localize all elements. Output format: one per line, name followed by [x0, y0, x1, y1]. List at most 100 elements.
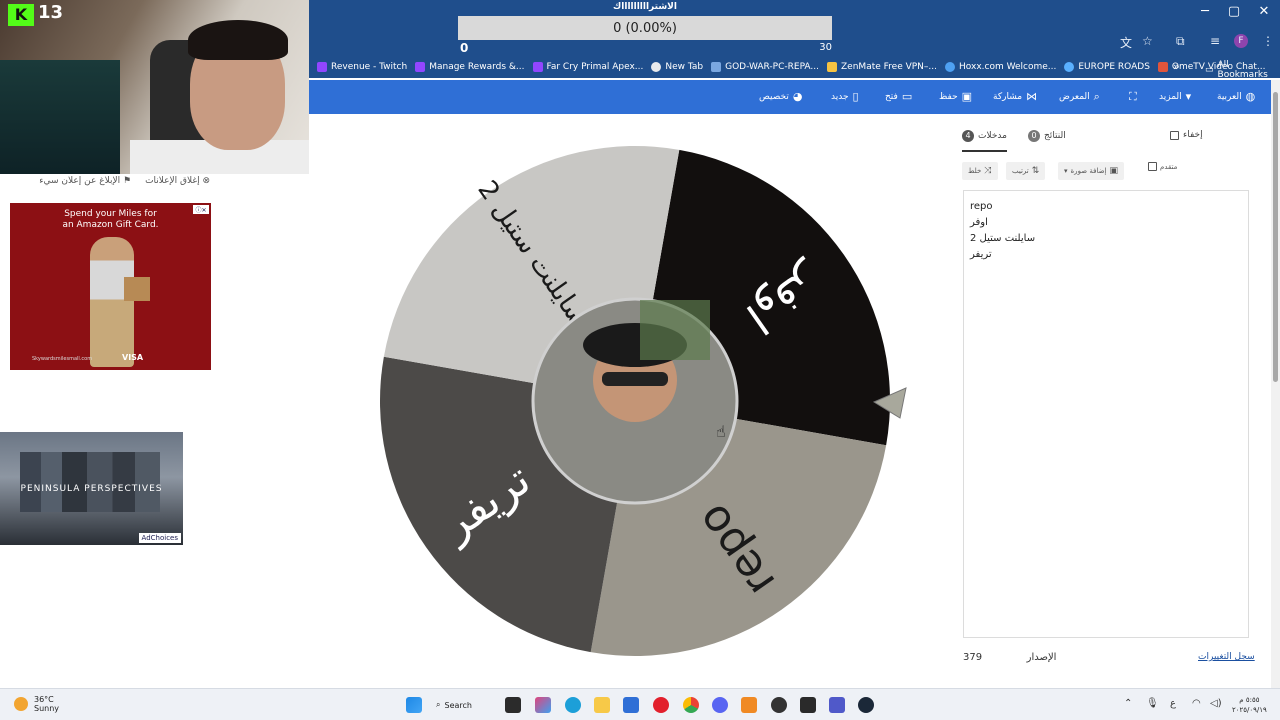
microphone-icon[interactable]: 🎙 [1146, 698, 1159, 709]
hide-checkbox[interactable] [1170, 130, 1179, 140]
more-menu-button[interactable]: المزيد ▾ [1159, 90, 1191, 103]
star-icon[interactable]: ☆ [1142, 34, 1153, 48]
poll-overlay: الاشتراااااااااك 0 (0.00%) 0 30 [458, 0, 832, 56]
profile-avatar[interactable]: F [1234, 34, 1248, 48]
kebab-menu-icon[interactable]: ⋮ [1262, 34, 1274, 48]
copilot-icon[interactable] [535, 697, 551, 713]
save-label: حفظ [939, 91, 958, 102]
bookmark-item[interactable]: GOD-WAR-PC-REPA... [711, 62, 819, 72]
shuffle-button[interactable]: خلط ⤨ [962, 162, 998, 180]
wifi-icon[interactable]: ◠ [1192, 698, 1201, 709]
tab-results[interactable]: 0 النتائج [1028, 130, 1066, 142]
app-icon[interactable] [741, 697, 757, 713]
all-bookmarks-button[interactable]: ▭ All Bookmarks [1205, 60, 1280, 80]
city-skyline-image [20, 452, 160, 512]
language-label: العربية [1217, 91, 1242, 102]
windows-taskbar: 36°C Sunny ⌕ Search ⌃ 🎙 ع ◠ ◁) ٥:٥٥ م ٢٠٢… [0, 688, 1280, 720]
more-label: المزيد [1159, 91, 1182, 102]
tray-overflow-icon[interactable]: ⌃ [1124, 698, 1132, 709]
bookmark-item[interactable]: Far Cry Primal Apex... [532, 62, 643, 72]
advanced-toggle[interactable]: متقدم [1148, 162, 1177, 171]
bookmark-item[interactable]: ZenMate Free VPN–... [827, 62, 937, 72]
close-ads-label: إغلاق الإعلانات [145, 176, 200, 186]
bookmark-item[interactable]: New Tab [651, 62, 703, 72]
entries-textarea[interactable]: repo اوفر سايلنت ستيل 2 تريفر [963, 190, 1249, 638]
epic-games-icon[interactable] [800, 697, 816, 713]
windows-start-icon[interactable] [406, 697, 422, 713]
changelog-link[interactable]: سجل التغييرات [1198, 652, 1255, 662]
bookmark-label: ZenMate Free VPN–... [841, 62, 937, 72]
poll-progress-text: 0 (0.00%) [613, 20, 677, 36]
clock-time: ٥:٥٥ م [1239, 696, 1260, 704]
file-explorer-icon[interactable] [594, 697, 610, 713]
close-ads-button[interactable]: ⊗ إغلاق الإعلانات [145, 176, 210, 186]
dropdown-arrow-icon: ▾ [1064, 167, 1068, 175]
translate-icon[interactable]: 文 [1120, 34, 1132, 51]
peninsula-ad[interactable]: PENINSULA PERSPECTIVES AdChoices [0, 432, 183, 545]
maximize-button[interactable]: ▢ [1222, 4, 1246, 19]
bookmark-item[interactable]: Revenue - Twitch [317, 62, 407, 72]
volume-icon[interactable]: ◁) [1210, 698, 1222, 709]
edge-icon[interactable] [565, 697, 581, 713]
task-view-icon[interactable] [505, 697, 521, 713]
kick-logo: K [8, 4, 34, 26]
bookmark-item[interactable]: Hoxx.com Welcome... [945, 62, 1056, 72]
page-scrollbar[interactable] [1271, 80, 1280, 688]
shuffle-label: خلط [968, 167, 982, 175]
obs-icon[interactable] [771, 697, 787, 713]
bookmark-item[interactable]: Manage Rewards &... [415, 62, 525, 72]
system-clock[interactable]: ٥:٥٥ م ٢٠٢٥/٠٩/١٩ [1232, 695, 1267, 715]
bookmark-icon [1157, 62, 1168, 72]
bookmarks-bar: Revenue - Twitch Manage Rewards &... Far… [309, 56, 1280, 80]
new-button[interactable]: جديد ▯ [831, 90, 859, 103]
add-image-button[interactable]: ▾ إضافة صورة ▣ [1058, 162, 1124, 180]
weather-widget[interactable]: 36°C Sunny [14, 695, 59, 713]
close-window-button[interactable]: ✕ [1252, 4, 1276, 19]
bookmarks-overflow-button[interactable]: » [1173, 60, 1180, 73]
chrome-icon[interactable] [683, 697, 699, 713]
hide-toggle[interactable]: إخفاء [1170, 130, 1203, 140]
sort-button[interactable]: ترتيب ⇅ [1006, 162, 1046, 180]
share-button[interactable]: مشاركة ⋈ [993, 90, 1037, 103]
steam-icon[interactable] [858, 697, 874, 713]
webcam-background [0, 60, 120, 174]
tab-entries[interactable]: 4 مدخلات [962, 130, 1007, 152]
amazon-visa-ad[interactable]: Spend your Miles for an Amazon Gift Card… [10, 203, 211, 370]
ad-controls: ⊗ إغلاق الإعلانات ⚑ الإبلاغ عن إعلان سيء [10, 176, 210, 186]
version-label: الإصدار [1026, 652, 1057, 663]
open-button[interactable]: فتح ▭ [885, 90, 912, 103]
ad-info-icon[interactable]: ⓘ✕ [193, 205, 209, 214]
wheel-svg[interactable]: اوفرrepoتريفرسايلنت ستيل 2 [370, 140, 910, 660]
sort-icon: ⇅ [1031, 166, 1040, 176]
language-button[interactable]: العربية ◍ [1217, 90, 1255, 103]
results-count-badge: 0 [1028, 130, 1040, 142]
discord-icon[interactable] [712, 697, 728, 713]
fullscreen-button[interactable]: ⛶ [1129, 90, 1137, 104]
store-icon[interactable] [623, 697, 639, 713]
customize-button[interactable]: تخصيص ◕ [759, 90, 802, 103]
opera-icon[interactable] [653, 697, 669, 713]
new-label: جديد [831, 91, 849, 102]
adchoices-button[interactable]: AdChoices [138, 533, 181, 543]
teams-icon[interactable] [829, 697, 845, 713]
report-ad-button[interactable]: ⚑ الإبلاغ عن إعلان سيء [39, 176, 131, 186]
taskbar-search[interactable]: ⌕ Search [436, 696, 496, 714]
advanced-checkbox[interactable] [1148, 162, 1157, 171]
minimize-button[interactable]: ─ [1193, 4, 1217, 19]
poll-progress-bar: 0 (0.00%) [458, 16, 832, 40]
bookmark-label: New Tab [665, 62, 704, 72]
save-button[interactable]: حفظ ▣ [939, 90, 972, 103]
bookmark-item[interactable]: EUROPE ROADS [1064, 62, 1150, 72]
bookmark-icon [651, 62, 662, 72]
sort-label: ترتيب [1012, 167, 1029, 175]
gallery-button[interactable]: المعرض ⌕ [1059, 90, 1100, 104]
input-language[interactable]: ع [1170, 698, 1176, 709]
new-file-icon: ▯ [852, 90, 859, 103]
scrollbar-thumb[interactable] [1273, 92, 1278, 382]
viewer-count: 13 [38, 2, 64, 23]
spin-wheel[interactable]: اوفر repo تريفر سايلنت ستيل 2 [370, 140, 910, 660]
share-icon: ⋈ [1026, 90, 1038, 103]
extensions-icon[interactable]: ⧉ [1176, 34, 1185, 49]
reading-list-icon[interactable]: ≡ [1210, 34, 1220, 48]
customize-label: تخصيص [759, 91, 789, 102]
